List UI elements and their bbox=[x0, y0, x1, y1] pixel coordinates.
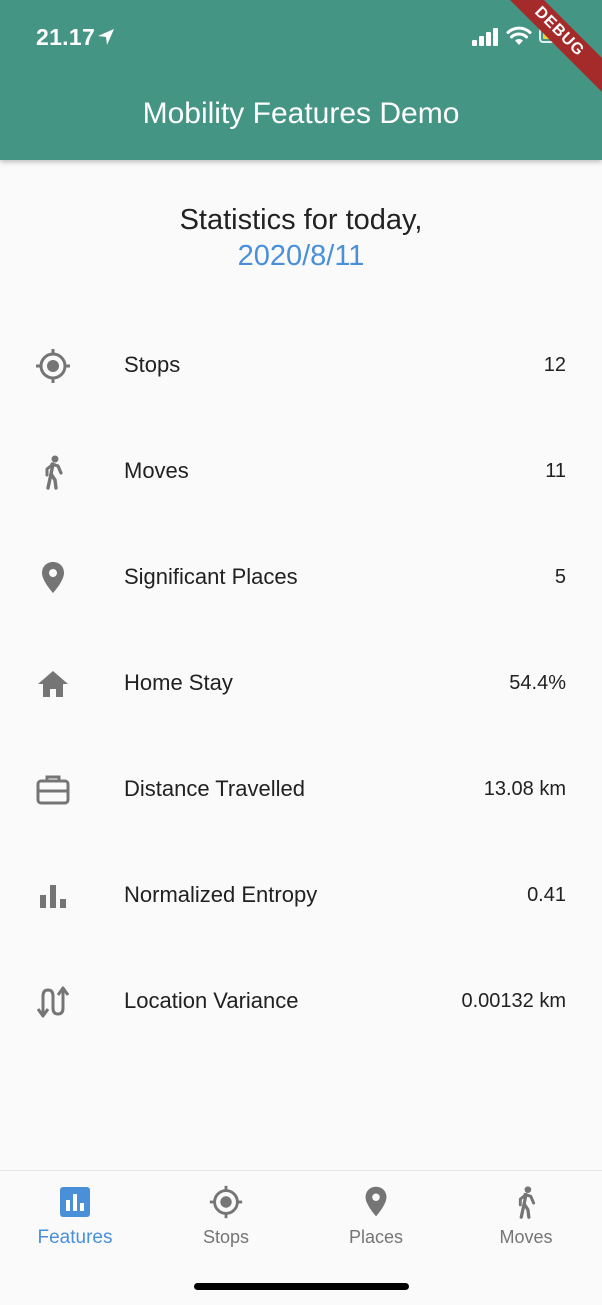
wifi-icon bbox=[506, 26, 532, 45]
walking-person-icon bbox=[518, 1186, 536, 1219]
stat-value: 0.00132 km bbox=[461, 990, 566, 1012]
stat-label: Distance Travelled bbox=[124, 776, 305, 801]
map-pin-icon bbox=[365, 1186, 387, 1217]
status-bar: 21.17 bbox=[0, 22, 602, 54]
briefcase-icon bbox=[36, 775, 70, 805]
stats-date: 2020/8/11 bbox=[237, 240, 365, 272]
swap-vertical-icon bbox=[36, 986, 70, 1018]
nav-tab-label: Features bbox=[37, 1227, 113, 1248]
nav-tab-label: Moves bbox=[499, 1227, 553, 1247]
stat-value: 5 bbox=[554, 566, 566, 588]
stat-label: Moves bbox=[124, 458, 189, 483]
status-time: 21.17 bbox=[36, 24, 96, 50]
stop-target-icon bbox=[209, 1185, 243, 1219]
bar-chart-icon bbox=[40, 885, 66, 908]
stat-label: Home Stay bbox=[124, 670, 233, 695]
stats-heading: Statistics for today, 2020/8/11 bbox=[0, 202, 602, 274]
nav-tab-features[interactable]: Features bbox=[0, 1183, 150, 1253]
stat-value: 11 bbox=[545, 460, 566, 482]
nav-tab-label: Places bbox=[348, 1227, 404, 1247]
walking-person-icon bbox=[45, 455, 63, 490]
nav-tab-moves[interactable]: Moves bbox=[451, 1183, 601, 1253]
stat-label: Stops bbox=[124, 352, 181, 377]
map-pin-icon bbox=[42, 562, 64, 593]
bar-chart-icon bbox=[60, 1187, 90, 1217]
signal-icon bbox=[472, 28, 498, 46]
stats-heading-title: Statistics for today, bbox=[179, 204, 423, 236]
stat-row-significant-places: Significant Places 5 bbox=[0, 546, 602, 606]
stat-row-location-variance: Location Variance 0.00132 km bbox=[0, 970, 602, 1030]
stat-row-distance-travelled: Distance Travelled 13.08 km bbox=[0, 758, 602, 818]
stat-row-stops: Stops 12 bbox=[0, 334, 602, 394]
home-indicator[interactable] bbox=[194, 1283, 409, 1290]
stat-label: Normalized Entropy bbox=[124, 882, 318, 907]
nav-tab-label: Stops bbox=[202, 1227, 250, 1247]
location-arrow-icon bbox=[98, 29, 114, 45]
app-title: Mobility Features Demo bbox=[142, 97, 460, 130]
stat-value: 13.08 km bbox=[483, 778, 566, 800]
stat-row-normalized-entropy: Normalized Entropy 0.41 bbox=[0, 864, 602, 924]
app-bar: 21.17 DEBUG Mobility Features Demo bbox=[0, 0, 602, 160]
stat-value: 12 bbox=[543, 354, 566, 376]
stat-row-moves: Moves 11 bbox=[0, 440, 602, 500]
stat-value: 0.41 bbox=[527, 884, 566, 906]
stat-value: 54.4% bbox=[509, 672, 566, 694]
stat-label: Location Variance bbox=[124, 988, 299, 1013]
stat-label: Significant Places bbox=[124, 564, 298, 589]
stop-target-icon bbox=[36, 349, 70, 383]
stat-row-home-stay: Home Stay 54.4% bbox=[0, 652, 602, 712]
home-icon bbox=[38, 671, 68, 697]
nav-tab-stops[interactable]: Stops bbox=[151, 1183, 301, 1253]
nav-tab-places[interactable]: Places bbox=[301, 1183, 451, 1253]
